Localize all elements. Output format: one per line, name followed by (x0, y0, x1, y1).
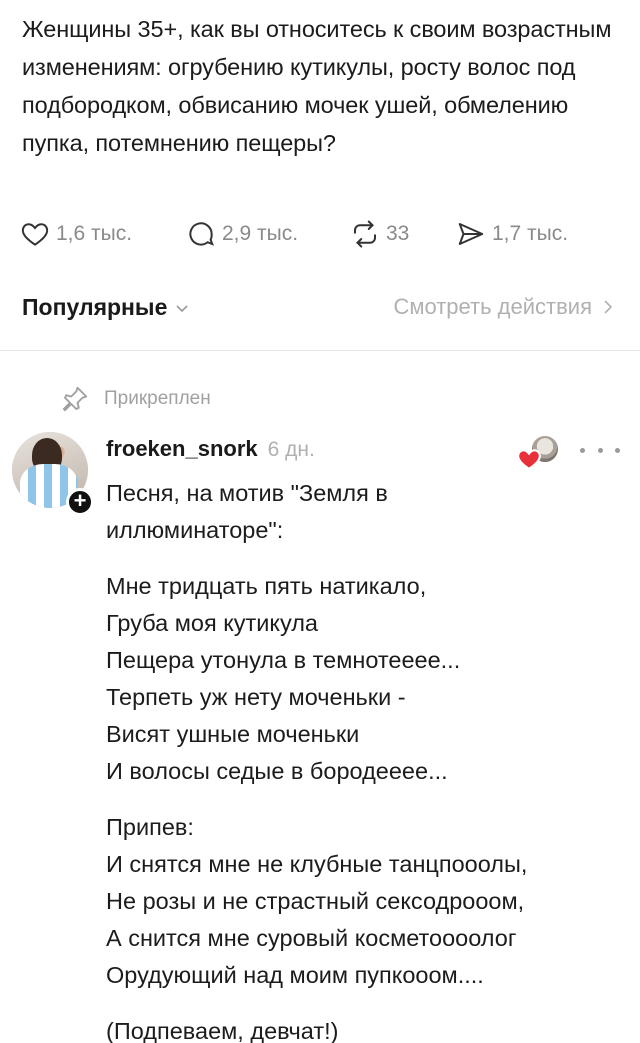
chevron-down-icon (176, 304, 188, 312)
heart-filled-icon (517, 449, 541, 471)
comment-line: И волосы седые в бородееее... (106, 758, 448, 784)
pinned-label: Прикреплен (104, 388, 211, 409)
repost-count: 33 (386, 222, 410, 245)
comment-line: Терпеть уж нету моченьки - (106, 684, 406, 710)
post-text: Женщины 35+, как вы относитесь к своим в… (22, 16, 612, 156)
like-count: 1,6 тыс. (56, 222, 133, 245)
follow-plus-icon[interactable]: + (66, 488, 94, 516)
like-button[interactable]: 1,6 тыс. (20, 214, 132, 254)
comment-body: Песня, на мотив "Земля в иллюминаторе": … (106, 475, 616, 1043)
comment-icon (189, 222, 214, 246)
comments-toolbar: Популярные Смотреть действия (22, 294, 622, 334)
post-actions: 1,6 тыс. 2,9 тыс. 33 1,7 тыс. (20, 214, 620, 254)
comment-line: Пещера утонула в темнотееее... (106, 647, 461, 673)
comment-line: Мне тридцать пять натикало, (106, 573, 427, 599)
chevron-right-icon (604, 300, 613, 314)
reply-button[interactable]: 2,9 тыс. (186, 214, 298, 254)
pin-icon (62, 386, 88, 412)
comment-line: иллюминаторе": (106, 517, 284, 543)
share-count: 1,7 тыс. (492, 222, 569, 245)
comment-line: И снятся мне не клубные танцпооолы, (106, 851, 528, 877)
view-activity-label: Смотреть действия (393, 294, 592, 319)
repost-icon (354, 220, 376, 248)
comment-line: Не розы и не страстный сексодрооом, (106, 888, 525, 914)
pinned-indicator: Прикреплен (60, 384, 211, 414)
share-icon (458, 223, 484, 245)
section-divider (0, 350, 640, 351)
comment-line: Припев: (106, 814, 194, 840)
more-options-button[interactable] (580, 438, 620, 462)
comment-author-avatar[interactable]: + (12, 432, 94, 516)
comment-line: А снится мне суровый косметооoолог (106, 925, 517, 951)
author-liked-indicator (516, 434, 564, 474)
comment-line: Груба моя кутикула (106, 610, 318, 636)
comment-line: Орудующий над моим пупкооом.... (106, 962, 484, 988)
reply-count: 2,9 тыс. (222, 222, 299, 245)
share-button[interactable]: 1,7 тыс. (456, 214, 568, 254)
comment-line: Висят ушные моченьки (106, 721, 360, 747)
sort-dropdown[interactable]: Популярные (22, 294, 189, 321)
comment-username[interactable]: froeken_snork (106, 436, 258, 462)
sort-label: Популярные (22, 294, 168, 320)
comment-line: (Подпеваем, девчат!) (106, 1018, 339, 1043)
comment-line: Песня, на мотив "Земля в (106, 480, 388, 506)
heart-icon (21, 223, 49, 246)
repost-button[interactable]: 33 (350, 214, 409, 254)
more-icon (580, 447, 585, 453)
view-activity-link[interactable]: Смотреть действия (393, 294, 614, 320)
comment-header: froeken_snork 6 дн. (106, 436, 315, 462)
comment-timestamp: 6 дн. (267, 438, 315, 461)
